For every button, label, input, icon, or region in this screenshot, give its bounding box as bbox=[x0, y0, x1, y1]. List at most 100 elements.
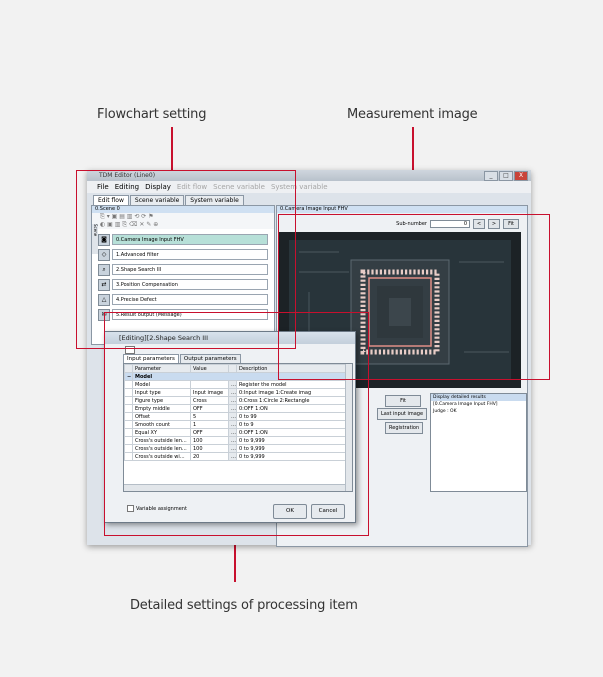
parameter-table: Parameter Value Description − Model Model… bbox=[123, 363, 353, 492]
tab-output-parameters[interactable]: Output parameters bbox=[179, 354, 241, 363]
sub-number-control: Sub-number 0 < > Fit bbox=[396, 219, 519, 229]
minimize-button[interactable]: _ bbox=[484, 171, 498, 181]
group-row-model[interactable]: − Model bbox=[124, 372, 352, 381]
menu-editing[interactable]: Editing bbox=[115, 181, 139, 193]
param-name: Model bbox=[132, 380, 191, 389]
param-name: Equal XY bbox=[132, 428, 191, 437]
param-desc: 0 to 9,999 bbox=[236, 452, 352, 461]
param-value[interactable]: 100 bbox=[190, 444, 229, 453]
tab-input-parameters[interactable]: Input parameters bbox=[123, 354, 179, 363]
dialog-tool-icon[interactable] bbox=[125, 346, 135, 354]
param-value[interactable]: 1 bbox=[190, 420, 229, 429]
param-name: Smooth count bbox=[132, 420, 191, 429]
fit-small-button[interactable]: Fit bbox=[503, 219, 519, 229]
maximize-button[interactable]: □ bbox=[499, 171, 513, 181]
table-row[interactable]: Offset 5… 0 to 99 bbox=[124, 412, 352, 421]
flow-item[interactable]: 0.Camera Image Input FHV bbox=[112, 234, 268, 245]
param-desc: 0 to 99 bbox=[236, 412, 352, 421]
param-value[interactable]: Input image bbox=[190, 388, 229, 397]
param-value[interactable]: 20 bbox=[190, 452, 229, 461]
ellipsis-button[interactable]: … bbox=[228, 396, 237, 405]
menu-edit-flow[interactable]: Edit flow bbox=[177, 181, 207, 193]
ellipsis-button[interactable]: … bbox=[228, 444, 237, 453]
table-row[interactable]: Cross's outside len... 100… 0 to 9,999 bbox=[124, 444, 352, 453]
callout-measurement-image: Measurement image bbox=[347, 107, 478, 122]
tab-system-variable[interactable]: System variable bbox=[185, 195, 244, 205]
horizontal-scrollbar[interactable] bbox=[124, 484, 352, 491]
cancel-button[interactable]: Cancel bbox=[311, 504, 345, 519]
title-bar: TDM Editor (Line0) _ □ X bbox=[87, 170, 531, 181]
results-line: Judge : OK bbox=[433, 409, 457, 414]
ellipsis-button[interactable]: … bbox=[228, 412, 237, 421]
flow-item[interactable]: 1.Advanced filter bbox=[112, 249, 268, 260]
param-name: Cross's outside len... bbox=[132, 444, 191, 453]
variable-assignment-checkbox[interactable] bbox=[127, 505, 134, 512]
param-desc: Register the model bbox=[236, 380, 352, 389]
scene-header: 0.Scene 0 bbox=[92, 206, 274, 213]
param-value[interactable]: OFF bbox=[190, 428, 229, 437]
param-value[interactable]: 100 bbox=[190, 436, 229, 445]
flow-item[interactable]: 2.Shape Search III bbox=[112, 264, 268, 275]
menu-display[interactable]: Display bbox=[145, 181, 171, 193]
group-label: Model bbox=[132, 372, 352, 381]
callout-detailed-settings: Detailed settings of processing item bbox=[130, 598, 358, 613]
search-icon: ⌕ bbox=[98, 264, 110, 276]
param-value[interactable]: OFF bbox=[190, 404, 229, 413]
vertical-scrollbar[interactable] bbox=[345, 364, 352, 491]
ellipsis-button[interactable]: … bbox=[228, 428, 237, 437]
ok-button[interactable]: OK bbox=[273, 504, 307, 519]
table-row[interactable]: Cross's outside len... 100… 0 to 9,999 bbox=[124, 436, 352, 445]
message-icon: ✉ bbox=[98, 309, 110, 321]
dialog-tabs: Input parameters Output parameters bbox=[123, 354, 242, 363]
menu-file[interactable]: File bbox=[97, 181, 109, 193]
table-row[interactable]: Smooth count 1… 0 to 9 bbox=[124, 420, 352, 429]
close-button[interactable]: X bbox=[514, 171, 528, 181]
flow-toolbar-row-1: ⎘ ▾ ▣ ▤ ▥ ⟲ ⟳ ⚑ bbox=[92, 213, 274, 221]
ellipsis-button[interactable]: … bbox=[228, 388, 237, 397]
camera-icon: ◙ bbox=[98, 234, 110, 246]
results-dropdown[interactable]: Display detailed results bbox=[431, 394, 526, 401]
table-row[interactable]: Cross's outside wi... 20… 0 to 9,999 bbox=[124, 452, 352, 461]
edit-dialog: [Editing][2.Shape Search III Input param… bbox=[104, 331, 356, 523]
param-value[interactable]: 5 bbox=[190, 412, 229, 421]
param-desc: 0 to 9,999 bbox=[236, 444, 352, 453]
ellipsis-button[interactable]: … bbox=[228, 420, 237, 429]
flow-item[interactable]: 3.Position Compensation bbox=[112, 279, 268, 290]
main-tabs: Edit flow Scene variable System variable bbox=[93, 195, 245, 205]
registration-button[interactable]: Registration bbox=[385, 422, 424, 434]
defect-icon: △ bbox=[98, 294, 110, 306]
param-desc: 0:OFF 1:ON bbox=[236, 404, 352, 413]
table-row[interactable]: Figure type Cross… 0:Cross 1:Circle 2:Rect… bbox=[124, 396, 352, 405]
dialog-title: [Editing][2.Shape Search III bbox=[105, 332, 355, 344]
table-row[interactable]: Model … Register the model bbox=[124, 380, 352, 389]
variable-assignment[interactable]: Variable assignment bbox=[127, 505, 187, 512]
param-name: Empty middle bbox=[132, 404, 191, 413]
ellipsis-button[interactable]: … bbox=[228, 380, 237, 389]
table-row[interactable]: Empty middle OFF… 0:OFF 1:ON bbox=[124, 404, 352, 413]
column-header: Value bbox=[190, 364, 229, 373]
ellipsis-button[interactable]: … bbox=[228, 436, 237, 445]
tab-edit-flow[interactable]: Edit flow bbox=[93, 195, 129, 205]
param-desc: 0:Input image 1:Create imag bbox=[236, 388, 352, 397]
menu-system-variable[interactable]: System variable bbox=[271, 181, 328, 193]
next-button[interactable]: > bbox=[488, 219, 500, 229]
ellipsis-button[interactable]: … bbox=[228, 452, 237, 461]
menu-scene-variable[interactable]: Scene variable bbox=[213, 181, 265, 193]
prev-button[interactable]: < bbox=[473, 219, 485, 229]
sub-number-input[interactable]: 0 bbox=[430, 220, 470, 228]
window-controls: _ □ X bbox=[484, 171, 528, 181]
fit-button[interactable]: Fit bbox=[385, 395, 421, 407]
param-value[interactable]: Cross bbox=[190, 396, 229, 405]
param-value[interactable] bbox=[190, 380, 229, 389]
table-row[interactable]: Input type Input image… 0:Input image 1:Cr… bbox=[124, 388, 352, 397]
measurement-header: 0.Camera Image Input FHV bbox=[277, 206, 527, 213]
registration-label: Registration bbox=[389, 425, 420, 431]
flow-item[interactable]: 5.Result output (Message) bbox=[112, 309, 268, 320]
filter-icon: ◇ bbox=[98, 249, 110, 261]
flow-toolbar-row-2: ◐ ▣ ▥ ⎘ ⌫ ✕ ✎ ⊕ bbox=[92, 221, 274, 229]
ellipsis-button[interactable]: … bbox=[228, 404, 237, 413]
tab-scene-variable[interactable]: Scene variable bbox=[129, 195, 185, 205]
table-row[interactable]: Equal XY OFF… 0:OFF 1:ON bbox=[124, 428, 352, 437]
last-input-image-button[interactable]: Last input image bbox=[377, 408, 428, 420]
flow-item[interactable]: 4.Precise Defect bbox=[112, 294, 268, 305]
